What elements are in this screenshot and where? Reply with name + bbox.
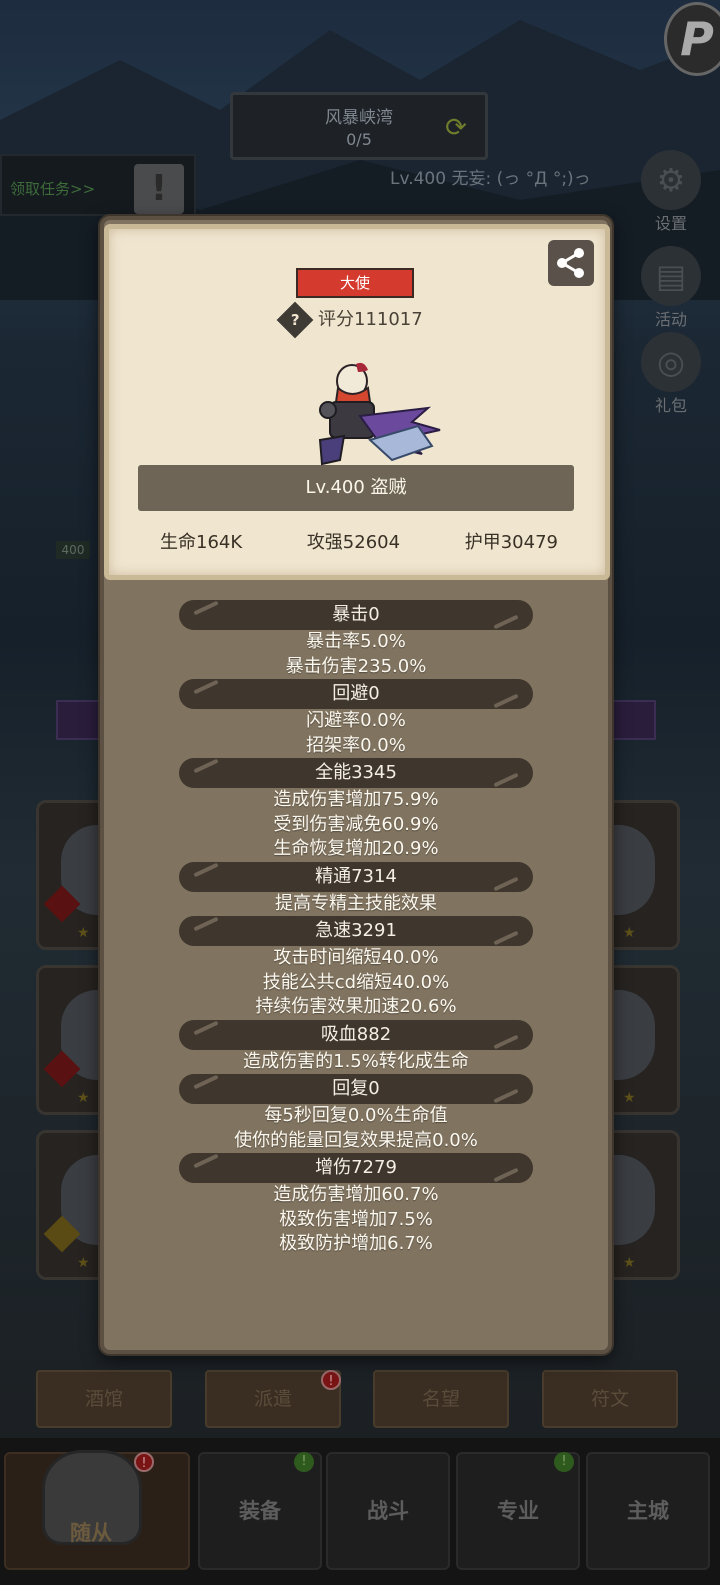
star-icon: ★ — [623, 925, 636, 941]
stat-line: 持续伤害效果加速20.6% — [255, 996, 457, 1017]
settings-label: 设置 — [654, 214, 687, 233]
tab-tavern[interactable]: 酒馆 — [36, 1370, 172, 1428]
stat-line: 造成伤害增加60.7% — [273, 1184, 439, 1205]
stat-line: 攻击时间缩短40.0% — [273, 947, 439, 968]
stat-line: 造成伤害的1.5%转化成生命 — [243, 1050, 469, 1072]
stat-line: 极致防护增加6.7% — [279, 1233, 433, 1254]
stat-header: 全能3345 — [179, 758, 533, 788]
stat-line: 使你的能量回复效果提高0.0% — [234, 1129, 478, 1151]
map-banner[interactable]: 风暴峡湾 0/5 ⟳ — [230, 92, 488, 160]
coin-icon: ◎ — [641, 332, 701, 392]
stat-line: 造成伤害增加75.9% — [273, 789, 439, 810]
stat-group-regen: 回复0 每5秒回复0.0%生命值 使你的能量回复效果提高0.0% — [104, 1074, 608, 1153]
stat-line: 闪避率0.0% — [306, 710, 406, 731]
star-icon: ★ — [77, 1255, 90, 1271]
score-value: 评分111017 — [318, 309, 423, 330]
stat-line: 暴击伤害235.0% — [285, 655, 427, 677]
notification-badge: ! — [294, 1452, 314, 1472]
help-icon[interactable]: ? — [276, 301, 314, 339]
stat-group-versatility: 全能3345 造成伤害增加75.9% 受到伤害减免60.9% 生命恢复增加20.… — [104, 758, 608, 862]
share-button[interactable] — [548, 240, 594, 286]
nav-battle[interactable]: 战斗 — [326, 1452, 450, 1570]
player-status: Lv.400 无妄: (っ °Д °;)っ — [390, 169, 591, 189]
stat-line: 提高专精主技能效果 — [275, 892, 437, 914]
tab-reputation[interactable]: 名望 — [373, 1370, 509, 1428]
alert-icon[interactable]: ! — [134, 164, 184, 214]
armor-stat: 护甲30479 — [464, 532, 558, 553]
stat-line: 生命恢复增加20.9% — [273, 838, 439, 859]
rogue-hero-sprite — [318, 362, 441, 466]
stat-header: 增伤7279 — [179, 1153, 533, 1183]
stat-group-mastery: 精通7314 提高专精主技能效果 — [104, 861, 608, 917]
stat-group-avoidance: 回避0 闪避率0.0% 招架率0.0% — [104, 679, 608, 758]
gear-icon: ⚙ — [641, 150, 701, 210]
notification-badge: ! — [554, 1452, 574, 1472]
star-icon: ★ — [77, 1090, 90, 1106]
scroll-icon: ▤ — [641, 246, 701, 306]
gift-button[interactable]: ◎ 礼包 — [636, 332, 706, 416]
stat-line: 每5秒回复0.0%生命值 — [264, 1105, 448, 1126]
stat-line: 受到伤害减免60.9% — [273, 813, 439, 835]
stat-line: 招架率0.0% — [306, 734, 406, 756]
level-tag: 400 — [56, 541, 90, 559]
nav-followers-label: 随从 — [70, 1521, 112, 1545]
score-row: ? 评分111017 — [276, 301, 423, 339]
stat-header: 暴击0 — [179, 600, 533, 630]
stat-line: 极致伤害增加7.5% — [279, 1208, 433, 1230]
star-icon: ★ — [623, 1255, 636, 1271]
base-stats-row: 生命164K 攻强52604 护甲30479 — [130, 528, 588, 558]
star-icon: ★ — [77, 925, 90, 941]
stat-line: 技能公共cd缩短40.0% — [262, 971, 450, 993]
stat-header: 精通7314 — [179, 861, 533, 892]
refresh-icon[interactable]: ⟳ — [439, 111, 473, 145]
notification-badge: ! — [134, 1452, 154, 1472]
star-icon: ★ — [623, 1090, 636, 1106]
attack-stat: 攻强52604 — [306, 532, 401, 553]
notification-badge: ! — [321, 1370, 341, 1390]
stat-line: 暴击率5.0% — [306, 631, 406, 652]
share-icon — [557, 248, 584, 278]
secondary-stats-list: 暴击0 暴击率5.0% 暴击伤害235.0% 回避0 闪避率0.0% 招架率0.… — [104, 600, 608, 1257]
events-label: 活动 — [654, 310, 687, 329]
events-button[interactable]: ▤ 活动 — [636, 246, 706, 330]
gift-label: 礼包 — [654, 396, 687, 415]
tab-runes[interactable]: 符文 — [542, 1370, 678, 1428]
stat-group-damage-bonus: 增伤7279 造成伤害增加60.7% 极致伤害增加7.5% 极致防护增加6.7% — [104, 1153, 608, 1257]
settings-button[interactable]: ⚙ 设置 — [636, 150, 706, 234]
hp-stat: 生命164K — [160, 532, 243, 553]
stat-group-leech: 吸血882 造成伤害的1.5%转化成生命 — [104, 1019, 608, 1075]
stat-header: 回复0 — [179, 1074, 533, 1104]
nav-main-city[interactable]: 主城 — [586, 1452, 710, 1570]
rank-badge: 大使 — [296, 268, 414, 298]
stat-group-haste: 急速3291 攻击时间缩短40.0% 技能公共cd缩短40.0% 持续伤害效果加… — [104, 916, 608, 1020]
stat-header: 急速3291 — [179, 916, 533, 946]
stat-header: 回避0 — [179, 679, 533, 709]
stat-header: 吸血882 — [179, 1019, 533, 1050]
stat-group-crit: 暴击0 暴击率5.0% 暴击伤害235.0% — [104, 600, 608, 679]
